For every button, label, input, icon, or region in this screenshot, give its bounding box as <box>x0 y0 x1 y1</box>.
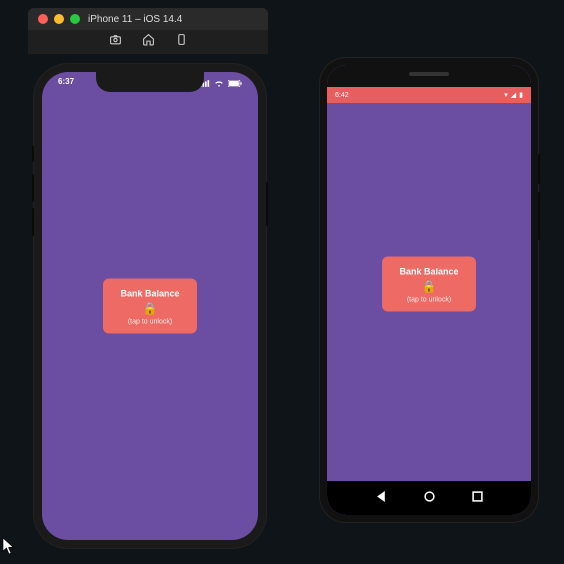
android-screen[interactable]: 6:42 ▾ ◢ ▮ Bank Balance 🔒 (tap to unlock… <box>327 65 531 515</box>
android-top-bezel <box>327 65 531 87</box>
signal-icon: ◢ <box>511 91 516 99</box>
wifi-icon: ▾ <box>504 91 508 99</box>
mouse-cursor-icon <box>2 537 16 560</box>
android-device-frame: 6:42 ▾ ◢ ▮ Bank Balance 🔒 (tap to unlock… <box>320 58 538 522</box>
iphone-volume-down-button[interactable] <box>32 208 34 236</box>
android-time-label: 6:42 <box>335 92 349 99</box>
android-home-button[interactable] <box>424 489 435 507</box>
simulator-title: iPhone 11 – iOS 14.4 <box>88 14 182 25</box>
rotate-icon[interactable] <box>175 33 188 51</box>
window-traffic-lights <box>38 14 80 24</box>
ios-time-label: 6:37 <box>58 77 74 91</box>
iphone-screen[interactable]: 6:37 Bank Balance 🔒 (tap to unlock) <box>42 72 258 540</box>
ios-status-right <box>200 77 242 91</box>
bank-balance-tile[interactable]: Bank Balance 🔒 (tap to unlock) <box>382 257 476 312</box>
tap-to-unlock-hint: (tap to unlock) <box>407 297 451 304</box>
android-status-bar: 6:42 ▾ ◢ ▮ <box>327 87 531 103</box>
android-overview-button[interactable] <box>472 489 483 507</box>
window-close-button[interactable] <box>38 14 48 24</box>
simulator-titlebar: iPhone 11 – iOS 14.4 <box>28 8 268 30</box>
android-back-button[interactable] <box>376 489 387 507</box>
iphone-silence-switch[interactable] <box>32 146 34 162</box>
android-status-right: ▾ ◢ ▮ <box>504 91 523 99</box>
android-navigation-bar <box>327 481 531 515</box>
simulator-toolbar <box>28 30 268 54</box>
home-icon[interactable] <box>142 33 155 51</box>
android-app-area[interactable]: Bank Balance 🔒 (tap to unlock) <box>327 87 531 481</box>
lock-icon: 🔒 <box>143 303 158 315</box>
tap-to-unlock-hint: (tap to unlock) <box>128 319 172 326</box>
window-zoom-button[interactable] <box>70 14 80 24</box>
battery-icon: ▮ <box>519 91 523 99</box>
iphone-notch <box>96 72 204 92</box>
iphone-power-button[interactable] <box>266 182 268 226</box>
android-volume-button[interactable] <box>538 192 540 240</box>
screenshot-icon[interactable] <box>109 33 122 51</box>
wifi-icon <box>214 80 224 89</box>
lock-icon: 🔒 <box>422 281 437 293</box>
window-minimize-button[interactable] <box>54 14 64 24</box>
balance-title: Bank Balance <box>399 267 458 277</box>
android-speaker <box>409 72 449 76</box>
bank-balance-tile[interactable]: Bank Balance 🔒 (tap to unlock) <box>103 279 197 334</box>
iphone-device-frame: 6:37 Bank Balance 🔒 (tap to unlock) <box>34 64 266 548</box>
android-power-button[interactable] <box>538 154 540 184</box>
iphone-volume-up-button[interactable] <box>32 174 34 202</box>
battery-icon <box>228 80 242 89</box>
balance-title: Bank Balance <box>120 289 179 299</box>
